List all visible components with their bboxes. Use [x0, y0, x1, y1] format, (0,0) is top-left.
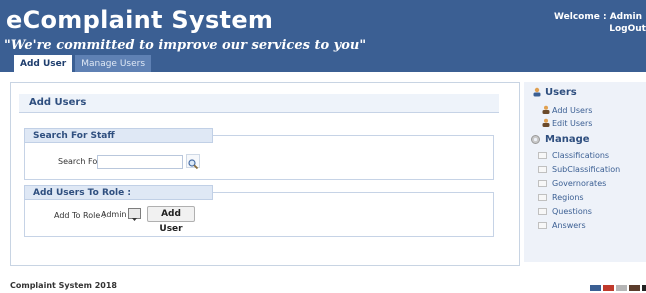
- role-legend: Add Users To Role :: [24, 185, 213, 200]
- sidebar-item-classifications[interactable]: Classifications: [552, 151, 609, 160]
- role-select[interactable]: Admin: [101, 210, 127, 219]
- sidebar-item-add-users[interactable]: Add Users: [552, 106, 592, 115]
- page-icon: [538, 194, 547, 201]
- welcome-text: Welcome : Admin: [554, 12, 642, 22]
- sidebar-item-edit-users[interactable]: Edit Users: [552, 119, 592, 128]
- sidebar-item-answers[interactable]: Answers: [552, 221, 586, 230]
- tab-bar: Add User Manage Users: [14, 55, 152, 72]
- page-title: Add Users: [29, 97, 87, 108]
- search-button[interactable]: [186, 154, 200, 170]
- add-user-icon: [542, 105, 550, 114]
- theme-swatch-gray[interactable]: [616, 285, 627, 291]
- gear-icon: [531, 135, 540, 144]
- page-icon: [538, 166, 547, 173]
- search-icon: [188, 159, 199, 170]
- theme-swatch-brown[interactable]: [629, 285, 640, 291]
- search-input[interactable]: [97, 155, 183, 169]
- theme-swatch-blue[interactable]: [590, 285, 601, 291]
- sidebar-item-regions[interactable]: Regions: [552, 193, 584, 202]
- role-select-arrow[interactable]: [128, 208, 141, 221]
- theme-swatch-red[interactable]: [603, 285, 614, 291]
- page-icon: [538, 180, 547, 187]
- role-label: Add To Role :: [54, 211, 106, 220]
- app-title: eComplaint System: [6, 6, 274, 34]
- sidebar-item-subclassification[interactable]: SubClassification: [552, 165, 620, 174]
- page-icon: [538, 152, 547, 159]
- search-legend: Search For Staff: [24, 128, 213, 143]
- add-user-button[interactable]: Add User: [147, 206, 195, 234]
- manage-heading: Manage: [545, 134, 590, 145]
- footer-text: Complaint System 2018: [10, 281, 117, 290]
- page-icon: [538, 222, 547, 229]
- page-icon: [538, 208, 547, 215]
- tab-add-user[interactable]: Add User: [14, 55, 73, 72]
- users-heading: Users: [545, 87, 577, 98]
- theme-swatch-black[interactable]: [642, 285, 646, 291]
- panel-header: Add Users: [19, 94, 499, 113]
- chevron-down-icon: [132, 218, 137, 221]
- sidebar-item-questions[interactable]: Questions: [552, 207, 592, 216]
- edit-user-icon: [542, 118, 550, 127]
- app-header: eComplaint System "We're committed to im…: [0, 0, 646, 72]
- logout-link[interactable]: LogOut: [609, 24, 646, 34]
- sidebar-item-governorates[interactable]: Governorates: [552, 179, 606, 188]
- app-tagline: "We're committed to improve our services…: [4, 38, 367, 53]
- users-icon: [533, 87, 541, 97]
- tab-manage-users[interactable]: Manage Users: [75, 55, 152, 72]
